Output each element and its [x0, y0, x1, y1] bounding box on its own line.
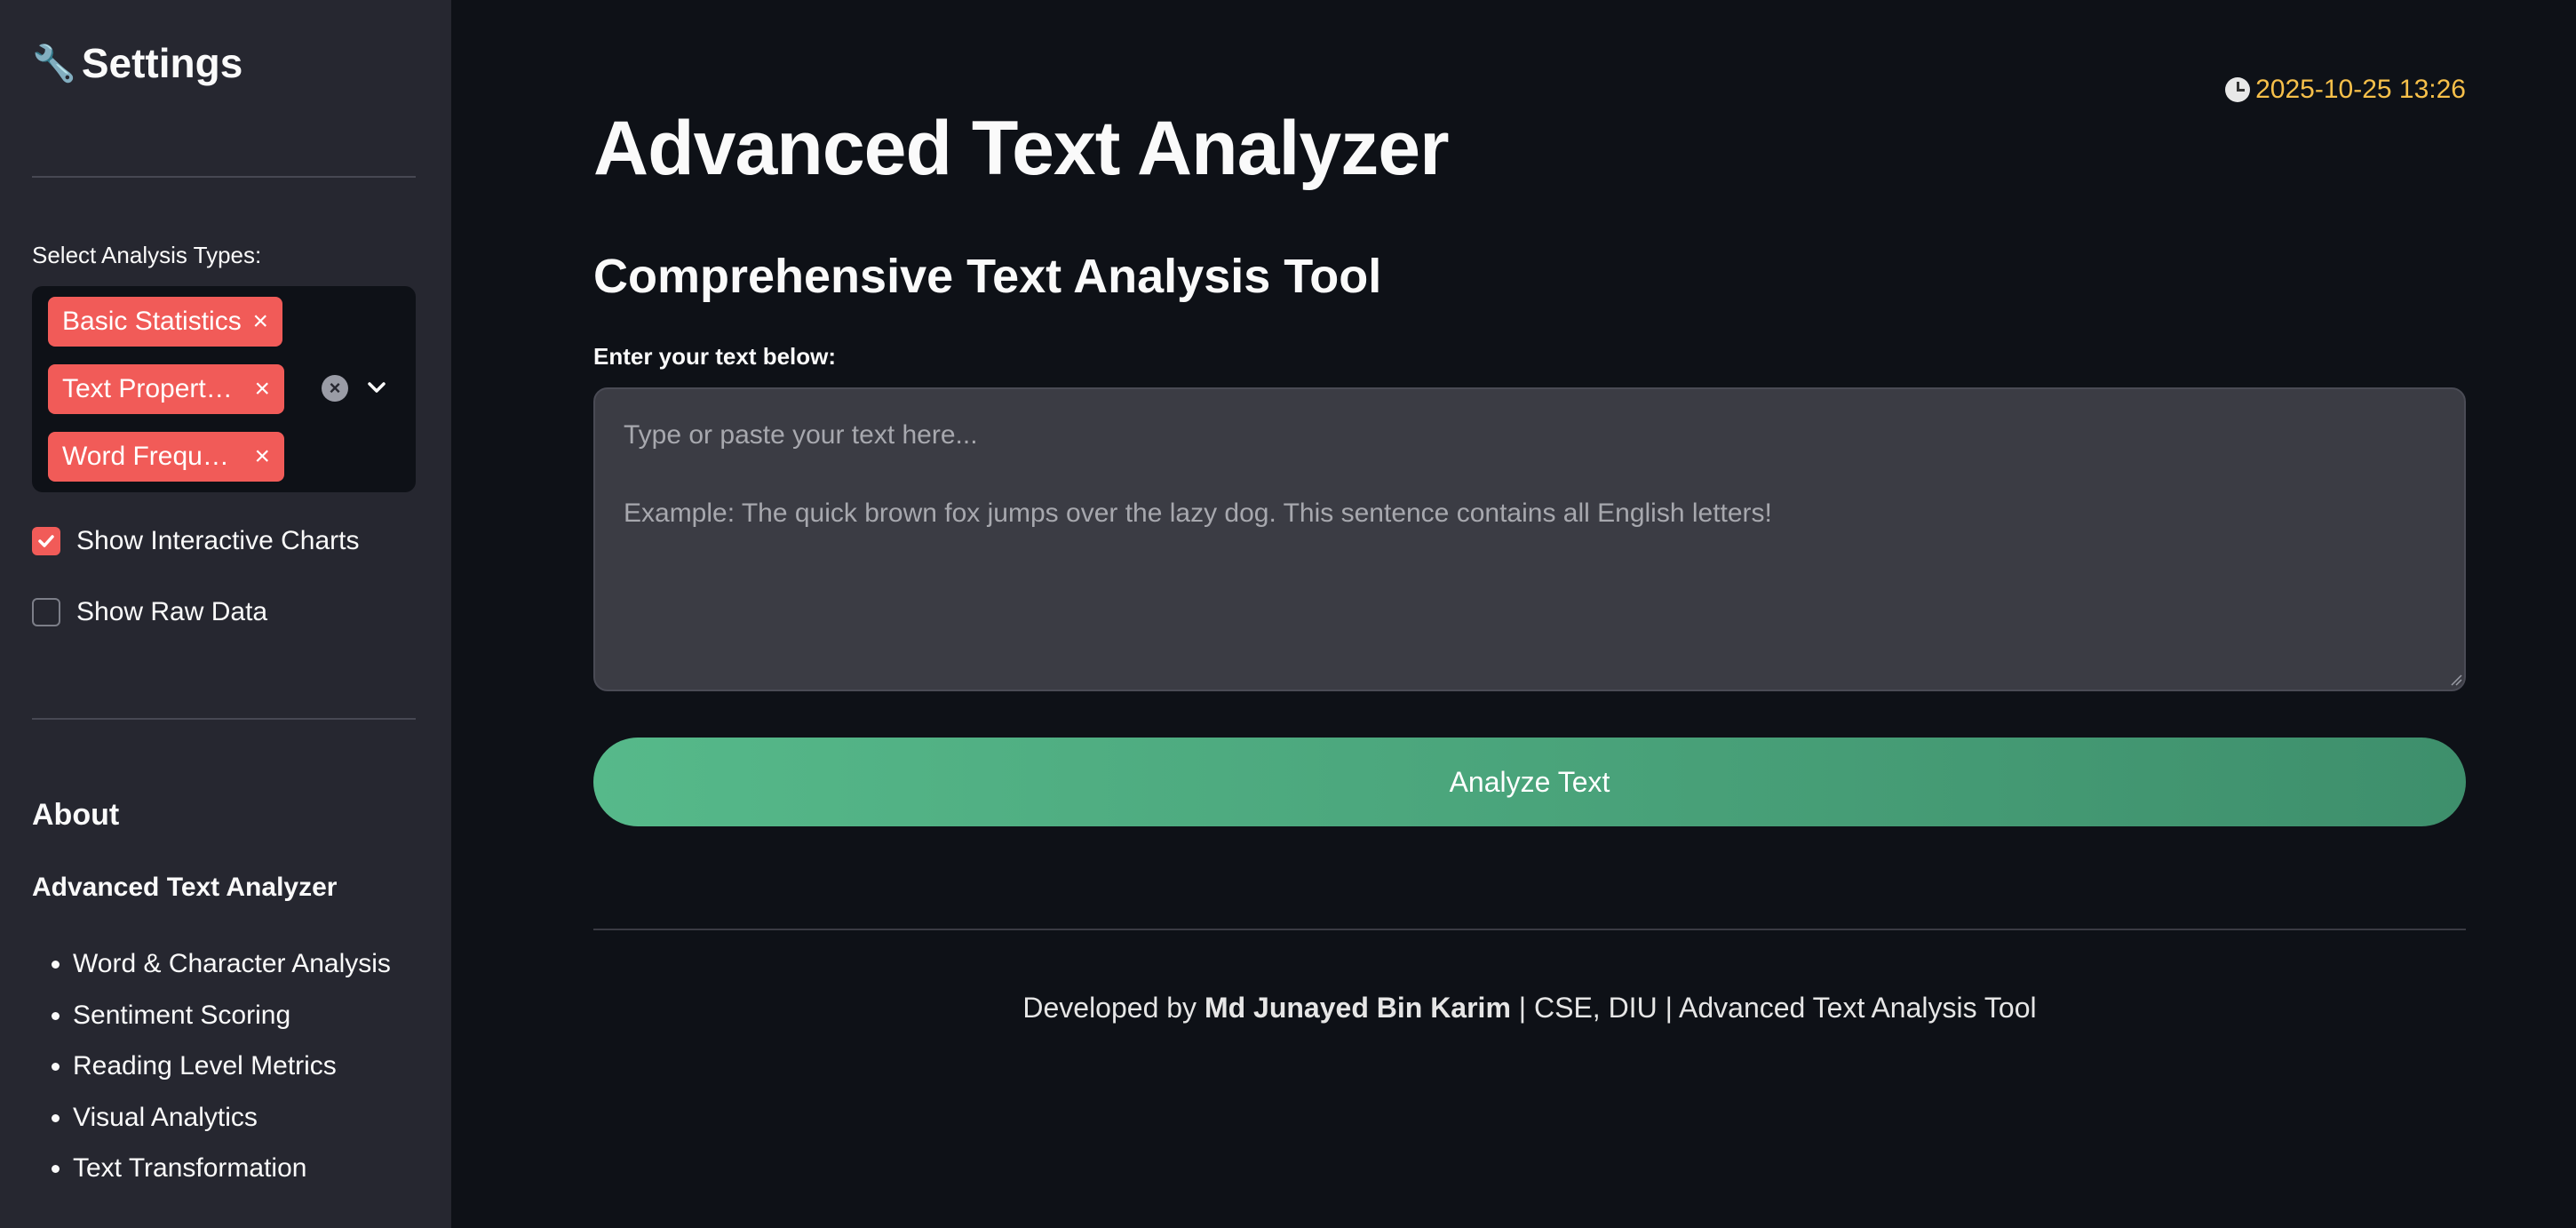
- footer: Developed by Md Junayed Bin Karim | CSE,…: [593, 992, 2466, 1025]
- checkbox-label: Show Interactive Charts: [76, 526, 360, 555]
- checkbox-unchecked-icon[interactable]: [32, 598, 60, 626]
- wrench-icon: 🔧: [32, 44, 76, 84]
- list-item: Word & Character Analysis: [73, 938, 391, 990]
- analysis-types-label: Select Analysis Types:: [32, 242, 262, 268]
- sidebar-divider: [32, 718, 416, 720]
- tag-text-properties: Text Propert… ×: [48, 364, 284, 414]
- footer-suffix: | CSE, DIU | Advanced Text Analysis Tool: [1510, 992, 2037, 1024]
- timestamp-text: 2025-10-25 13:26: [2255, 75, 2466, 104]
- clear-all-icon[interactable]: ×: [322, 375, 348, 402]
- tag-label: Text Propert…: [62, 374, 233, 403]
- sidebar: 🔧 Settings Select Analysis Types: Basic …: [0, 0, 451, 1228]
- tag-label: Basic Statistics: [62, 307, 242, 336]
- tag-basic-statistics: Basic Statistics ×: [48, 297, 282, 347]
- tag-remove-icon[interactable]: ×: [254, 374, 270, 404]
- checkbox-checked-icon[interactable]: [32, 527, 60, 555]
- list-item: Text Transformation: [73, 1143, 391, 1194]
- list-item: Sentiment Scoring: [73, 990, 391, 1041]
- text-input-area[interactable]: [593, 387, 2466, 691]
- footer-prefix: Developed by: [1022, 992, 1205, 1024]
- tag-remove-icon[interactable]: ×: [254, 442, 270, 472]
- sidebar-divider: [32, 176, 416, 178]
- chevron-down-icon[interactable]: [362, 373, 391, 402]
- about-feature-list: Word & Character Analysis Sentiment Scor…: [32, 938, 391, 1194]
- about-heading: About: [32, 798, 120, 832]
- list-item: Reading Level Metrics: [73, 1041, 391, 1092]
- list-item: Visual Analytics: [73, 1092, 391, 1144]
- checkbox-show-raw-data[interactable]: Show Raw Data: [32, 597, 267, 627]
- checkbox-label: Show Raw Data: [76, 597, 268, 626]
- text-input-label: Enter your text below:: [593, 343, 837, 370]
- page-title: Advanced Text Analyzer: [593, 106, 1450, 191]
- tag-remove-icon[interactable]: ×: [252, 307, 268, 337]
- sidebar-title: 🔧 Settings: [32, 39, 242, 87]
- analysis-types-multiselect[interactable]: Basic Statistics × Text Propert… × Word …: [32, 286, 416, 492]
- about-app-name: Advanced Text Analyzer: [32, 873, 338, 902]
- checkbox-show-interactive-charts[interactable]: Show Interactive Charts: [32, 526, 359, 556]
- page-subtitle: Comprehensive Text Analysis Tool: [593, 250, 1382, 303]
- resize-handle-icon[interactable]: [2450, 674, 2462, 686]
- footer-author: Md Junayed Bin Karim: [1204, 992, 1511, 1024]
- tag-word-frequency: Word Frequ… ×: [48, 432, 284, 482]
- clock-icon: [2225, 77, 2251, 102]
- footer-divider: [593, 929, 2466, 930]
- sidebar-title-text: Settings: [81, 40, 243, 86]
- timestamp: 2025-10-25 13:26: [2225, 75, 2466, 105]
- analyze-text-button[interactable]: Analyze Text: [593, 738, 2466, 826]
- app-root: 🔧 Settings Select Analysis Types: Basic …: [0, 0, 2576, 1228]
- tag-label: Word Frequ…: [62, 442, 229, 471]
